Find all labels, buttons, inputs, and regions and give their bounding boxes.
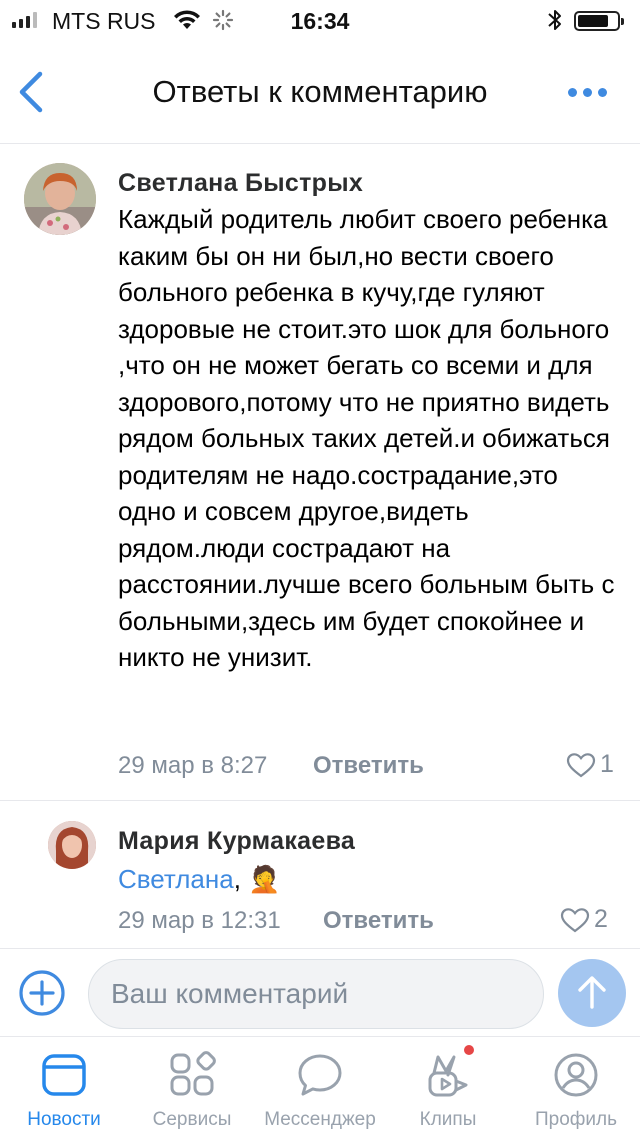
notification-badge bbox=[464, 1045, 474, 1055]
comment-composer bbox=[0, 948, 640, 1036]
nav-header: Ответы к комментарию bbox=[0, 40, 640, 144]
tab-profile[interactable]: Профиль bbox=[512, 1037, 640, 1136]
comment-input[interactable] bbox=[111, 960, 471, 1028]
plus-circle-icon[interactable] bbox=[18, 969, 66, 1017]
news-icon bbox=[42, 1054, 86, 1096]
page-title: Ответы к комментарию bbox=[152, 74, 488, 109]
comment-date: 29 мар в 8:27 bbox=[118, 752, 268, 779]
avatar[interactable] bbox=[48, 821, 96, 869]
comment-input-wrapper bbox=[88, 959, 619, 1029]
comment-text: Каждый родитель любит своего ребенка как… bbox=[118, 204, 615, 672]
tab-label: Профиль bbox=[534, 1109, 618, 1130]
clips-icon bbox=[428, 1055, 468, 1097]
comment-item: Светлана Быстрых Каждый родитель любит с… bbox=[0, 145, 640, 801]
tab-services[interactable]: Сервисы bbox=[128, 1037, 256, 1136]
heart-icon bbox=[566, 752, 596, 777]
profile-icon bbox=[554, 1053, 598, 1097]
like-count: 1 bbox=[600, 750, 614, 778]
comment-author[interactable]: Мария Курмакаева bbox=[118, 827, 355, 856]
tab-messenger[interactable]: Мессенджер bbox=[256, 1037, 384, 1136]
reply-button[interactable]: Ответить bbox=[323, 907, 434, 935]
tab-label: Клипы bbox=[419, 1109, 477, 1130]
comment-author[interactable]: Светлана Быстрых bbox=[118, 169, 363, 198]
tab-label: Мессенджер bbox=[264, 1109, 376, 1130]
comment-date: 29 мар в 12:31 bbox=[118, 907, 281, 934]
more-horizontal-icon[interactable] bbox=[568, 82, 616, 102]
arrow-up-icon bbox=[578, 976, 606, 1009]
messenger-icon bbox=[298, 1054, 342, 1096]
comment-text-suffix: , bbox=[233, 864, 241, 894]
like-count: 2 bbox=[594, 905, 608, 933]
like-button[interactable]: 2 bbox=[560, 905, 608, 934]
tab-news[interactable]: Новости bbox=[0, 1037, 128, 1136]
tab-clips[interactable]: Клипы bbox=[384, 1037, 512, 1136]
tab-label: Сервисы bbox=[152, 1109, 232, 1130]
tab-bar: Новости Сервисы Мессенджер Клипы Профиль bbox=[0, 1036, 640, 1136]
screen: MTS RUS 16:34 Ответы к комментарию Светл… bbox=[0, 0, 640, 1136]
battery-icon bbox=[574, 11, 624, 31]
comment-item: Мария Курмакаева Светлана, 🤦 29 мар в 12… bbox=[0, 801, 640, 949]
clock: 16:34 bbox=[290, 8, 350, 34]
send-button[interactable] bbox=[558, 959, 626, 1027]
heart-icon bbox=[560, 907, 590, 932]
status-bar: MTS RUS 16:34 bbox=[0, 0, 640, 40]
bluetooth-icon bbox=[548, 10, 561, 30]
avatar[interactable] bbox=[24, 163, 96, 235]
tab-label: Новости bbox=[27, 1109, 101, 1130]
mention-link[interactable]: Светлана bbox=[118, 864, 234, 894]
comment-text: Светлана, 🤦 bbox=[118, 861, 598, 899]
services-icon bbox=[170, 1051, 216, 1096]
reply-button[interactable]: Ответить bbox=[313, 752, 424, 780]
like-button[interactable]: 1 bbox=[566, 750, 614, 779]
facepalm-emoji: 🤦 bbox=[248, 865, 281, 895]
